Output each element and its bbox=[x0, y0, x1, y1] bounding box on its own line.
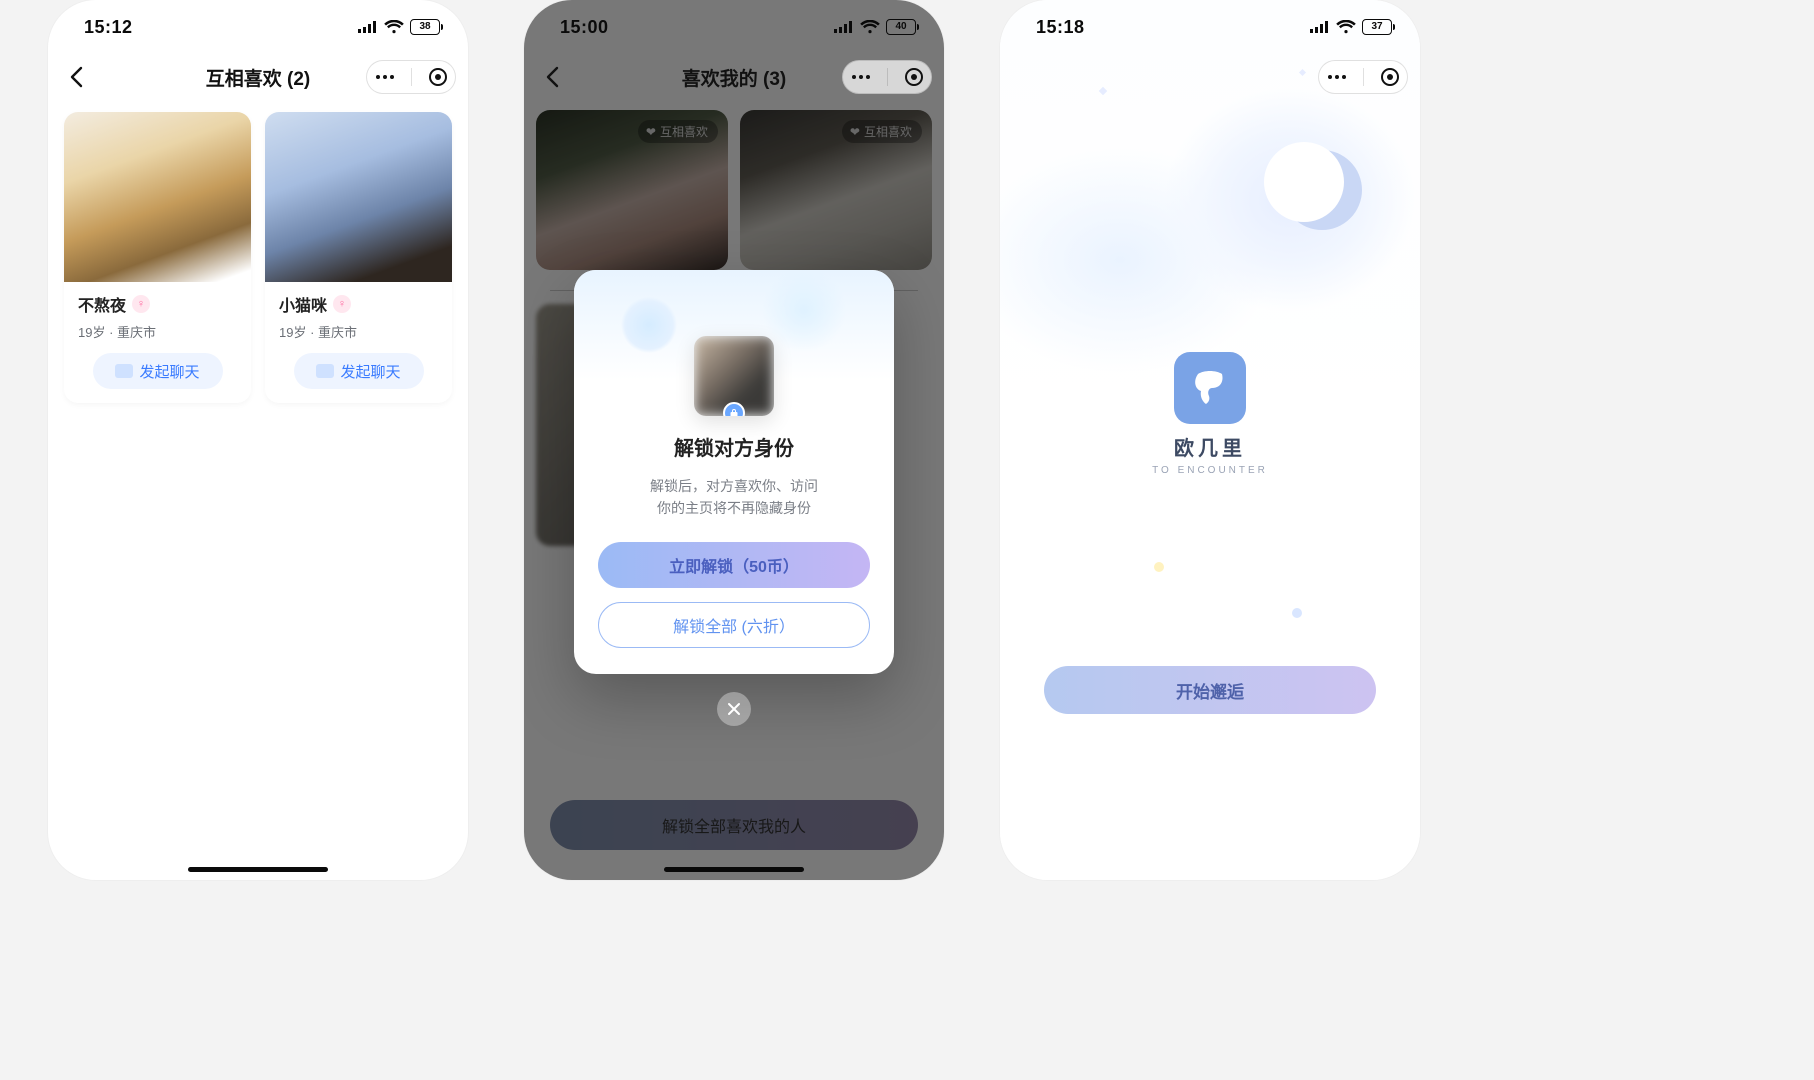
page-title: 喜欢我的 (3) bbox=[682, 64, 787, 91]
status-time: 15:12 bbox=[84, 17, 133, 38]
user-photo[interactable] bbox=[265, 112, 452, 282]
status-time: 15:00 bbox=[560, 17, 609, 38]
wifi-icon bbox=[384, 20, 404, 34]
miniprogram-capsule[interactable] bbox=[1318, 60, 1408, 94]
gender-female-icon bbox=[333, 295, 351, 313]
miniprogram-capsule[interactable] bbox=[842, 60, 932, 94]
battery-level: 37 bbox=[1371, 22, 1382, 32]
unlock-modal: 解锁对方身份 解锁后，对方喜欢你、访问 你的主页将不再隐藏身份 立即解锁（50币… bbox=[574, 270, 894, 674]
menu-icon[interactable] bbox=[852, 75, 870, 79]
close-miniprogram-icon[interactable] bbox=[905, 68, 923, 86]
modal-title: 解锁对方身份 bbox=[574, 432, 894, 461]
status-bar: 15:12 38 bbox=[48, 0, 468, 54]
user-name: 小猫咪 bbox=[279, 292, 327, 316]
battery-level: 38 bbox=[419, 22, 430, 32]
status-bar: 15:18 37 bbox=[1000, 0, 1420, 54]
chat-bubble-icon bbox=[115, 364, 133, 378]
user-card[interactable]: 不熬夜 19岁 · 重庆市 发起聊天 bbox=[64, 112, 251, 403]
close-miniprogram-icon[interactable] bbox=[1381, 68, 1399, 86]
status-icons: 37 bbox=[1310, 19, 1392, 35]
user-photo[interactable] bbox=[64, 112, 251, 282]
battery-icon: 37 bbox=[1362, 19, 1392, 35]
phone-screen-1: 15:12 38 互相喜欢 (2) bbox=[48, 0, 468, 880]
phone-screen-3: 15:18 37 欧几里 TO ENCOUNTER bbox=[1000, 0, 1420, 880]
start-chat-button[interactable]: 发起聊天 bbox=[294, 353, 424, 389]
battery-icon: 40 bbox=[886, 19, 916, 35]
user-meta: 19岁 · 重庆市 bbox=[78, 322, 237, 341]
phone-screen-2: 15:00 40 喜欢我的 (3) bbox=[524, 0, 944, 880]
dot-decoration bbox=[1154, 562, 1164, 572]
menu-icon[interactable] bbox=[376, 75, 394, 79]
modal-close-button[interactable] bbox=[717, 692, 751, 726]
wifi-icon bbox=[860, 20, 880, 34]
status-icons: 40 bbox=[834, 19, 916, 35]
cellular-icon bbox=[1310, 21, 1330, 33]
gender-female-icon bbox=[132, 295, 150, 313]
unlock-all-discount-button[interactable]: 解锁全部 (六折） bbox=[598, 602, 870, 648]
start-chat-button[interactable]: 发起聊天 bbox=[93, 353, 223, 389]
status-icons: 38 bbox=[358, 19, 440, 35]
battery-level: 40 bbox=[895, 22, 906, 32]
app-name-en: TO ENCOUNTER bbox=[1000, 465, 1420, 476]
page-title: 互相喜欢 (2) bbox=[206, 64, 311, 91]
modal-description: 解锁后，对方喜欢你、访问 你的主页将不再隐藏身份 bbox=[604, 475, 864, 520]
start-encounter-button[interactable]: 开始邂逅 bbox=[1044, 666, 1376, 714]
user-name: 不熬夜 bbox=[78, 292, 126, 316]
cellular-icon bbox=[834, 21, 854, 33]
chat-button-label: 发起聊天 bbox=[340, 361, 400, 382]
modal-avatar bbox=[694, 336, 774, 416]
nav-bar bbox=[1000, 54, 1420, 100]
home-indicator[interactable] bbox=[188, 867, 328, 872]
back-button[interactable] bbox=[538, 63, 566, 91]
app-name: 欧几里 TO ENCOUNTER bbox=[1000, 432, 1420, 476]
chat-button-label: 发起聊天 bbox=[139, 361, 199, 382]
back-button[interactable] bbox=[62, 63, 90, 91]
scarf-icon bbox=[1188, 366, 1232, 410]
app-name-cn: 欧几里 bbox=[1000, 432, 1420, 461]
cellular-icon bbox=[358, 21, 378, 33]
status-time: 15:18 bbox=[1036, 17, 1085, 38]
menu-icon[interactable] bbox=[1328, 75, 1346, 79]
moon-icon bbox=[1282, 150, 1362, 230]
nav-bar: 互相喜欢 (2) bbox=[48, 54, 468, 100]
battery-icon: 38 bbox=[410, 19, 440, 35]
user-card[interactable]: 小猫咪 19岁 · 重庆市 发起聊天 bbox=[265, 112, 452, 403]
dot-decoration bbox=[1292, 608, 1302, 618]
nav-bar: 喜欢我的 (3) bbox=[524, 54, 944, 100]
wifi-icon bbox=[1336, 20, 1356, 34]
user-meta: 19岁 · 重庆市 bbox=[279, 322, 438, 341]
status-bar: 15:00 40 bbox=[524, 0, 944, 54]
close-miniprogram-icon[interactable] bbox=[429, 68, 447, 86]
app-logo bbox=[1174, 352, 1246, 424]
unlock-now-button[interactable]: 立即解锁（50币） bbox=[598, 542, 870, 588]
miniprogram-capsule[interactable] bbox=[366, 60, 456, 94]
chat-bubble-icon bbox=[316, 364, 334, 378]
